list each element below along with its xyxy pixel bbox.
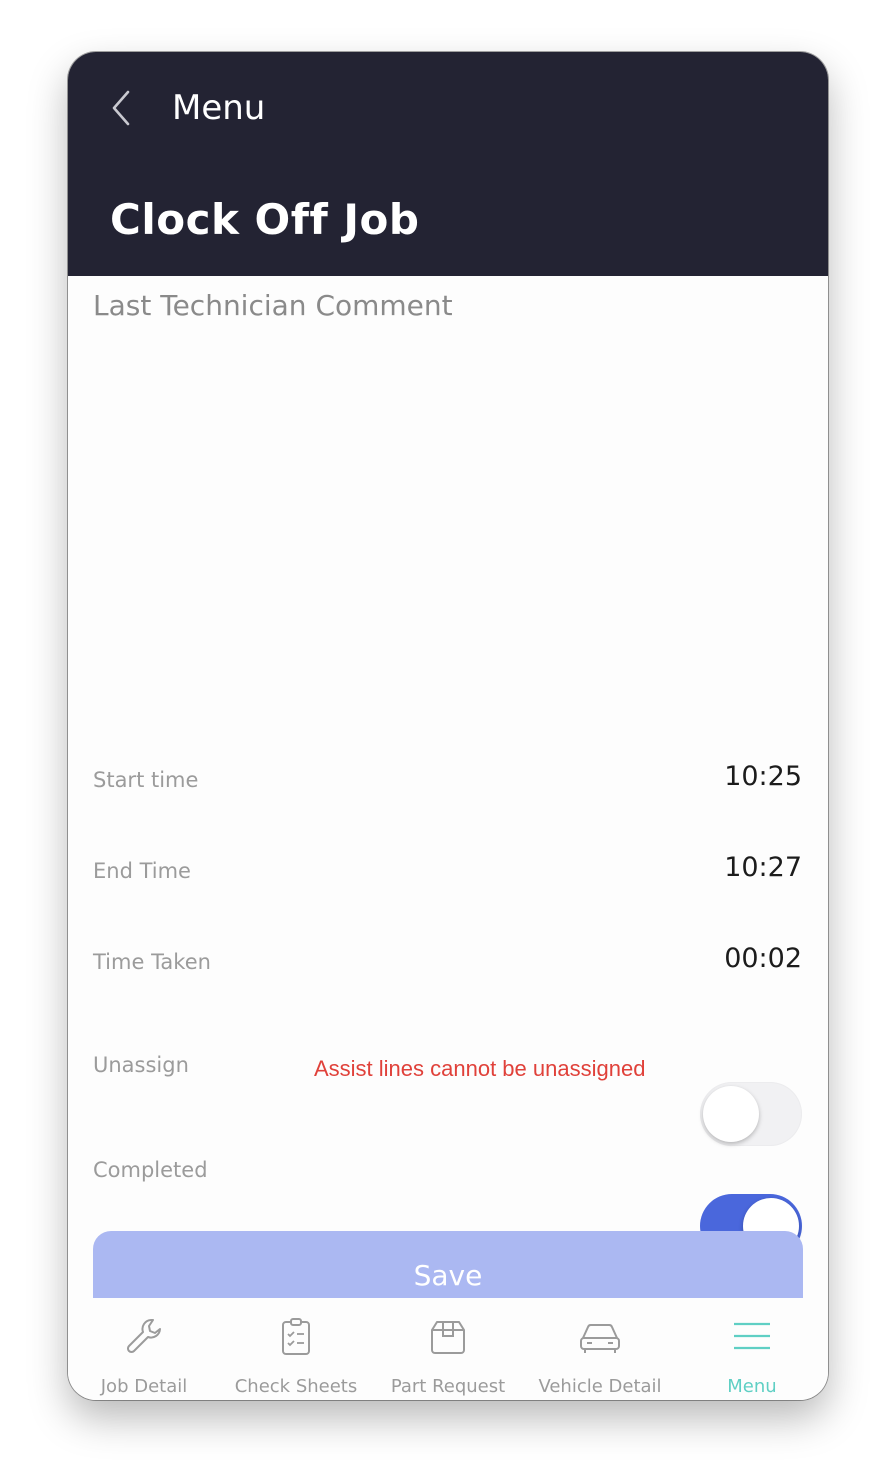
unassign-toggle[interactable] xyxy=(700,1082,802,1146)
bottom-tab-bar: Job Detail Check Sheets Part Request Veh… xyxy=(68,1298,828,1400)
tab-menu[interactable]: Menu xyxy=(676,1298,828,1400)
tab-job-detail[interactable]: Job Detail xyxy=(68,1298,220,1400)
chevron-left-icon xyxy=(112,90,130,126)
back-button[interactable]: Menu xyxy=(108,86,265,130)
header-bar: Menu Clock Off Job xyxy=(68,52,828,276)
car-icon xyxy=(580,1324,620,1353)
tab-check-sheets[interactable]: Check Sheets xyxy=(220,1298,372,1400)
tab-label: Check Sheets xyxy=(234,1376,358,1397)
wrench-icon xyxy=(126,1319,161,1354)
back-label: Menu xyxy=(172,88,266,128)
clipboard-check-icon xyxy=(282,1318,310,1355)
tab-vehicle-detail[interactable]: Vehicle Detail xyxy=(524,1298,676,1400)
unassign-warning: Assist lines cannot be unassigned xyxy=(314,1056,646,1081)
tab-label: Menu xyxy=(727,1376,777,1397)
tab-label: Job Detail xyxy=(100,1376,188,1397)
tab-part-request[interactable]: Part Request xyxy=(372,1298,524,1400)
tab-label: Part Request xyxy=(390,1376,506,1397)
main-content: Last Technician Comment Start time 10:25… xyxy=(68,276,828,1321)
unassign-label: Unassign xyxy=(93,1053,189,1077)
start-time-label: Start time xyxy=(93,768,199,792)
end-time-label: End Time xyxy=(93,859,191,883)
hamburger-menu-icon xyxy=(734,1322,770,1350)
tab-label: Vehicle Detail xyxy=(538,1376,662,1397)
phone-screen: Menu Clock Off Job Last Technician Comme… xyxy=(68,52,828,1400)
toggle-knob xyxy=(703,1086,759,1142)
time-taken-label: Time Taken xyxy=(93,950,211,974)
page-title: Clock Off Job xyxy=(110,195,420,244)
technician-comment-label: Last Technician Comment xyxy=(93,289,453,322)
completed-label: Completed xyxy=(93,1158,208,1182)
time-taken-value: 00:02 xyxy=(724,943,802,974)
package-icon xyxy=(431,1321,465,1354)
end-time-value: 10:27 xyxy=(724,852,802,883)
start-time-value: 10:25 xyxy=(724,761,802,792)
